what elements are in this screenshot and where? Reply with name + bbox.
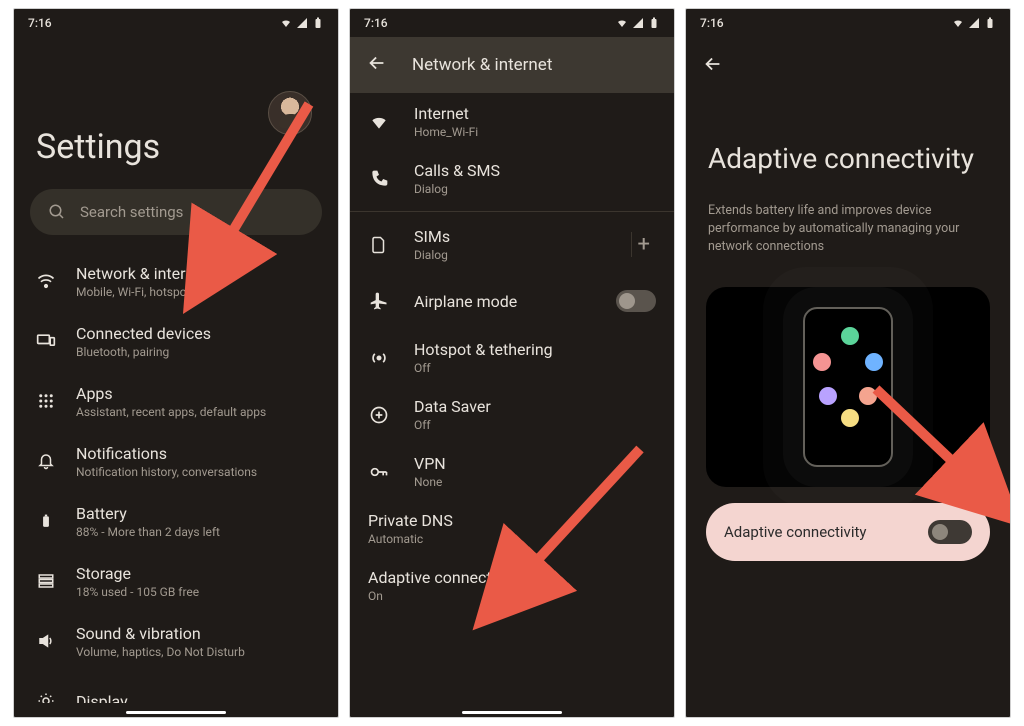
- brightness-icon: [36, 692, 56, 703]
- divider: [350, 211, 674, 212]
- item-sims[interactable]: SIMsDialog +: [350, 216, 674, 273]
- apps-icon: [36, 392, 56, 410]
- item-hotspot[interactable]: Hotspot & tetheringOff: [350, 329, 674, 386]
- item-display[interactable]: Display: [14, 671, 338, 703]
- storage-icon: [36, 572, 56, 590]
- screen-network: 7:16 Network & internet InternetHome_Wi-…: [349, 8, 675, 718]
- item-battery[interactable]: Battery88% - More than 2 days left: [14, 491, 338, 551]
- item-connected-devices[interactable]: Connected devicesBluetooth, pairing: [14, 311, 338, 371]
- signal-icon: [296, 17, 308, 29]
- switch-label: Adaptive connectivity: [724, 523, 866, 541]
- data-saver-icon: [368, 405, 390, 425]
- status-time: 7:16: [700, 16, 724, 30]
- page-description: Extends battery life and improves device…: [686, 202, 1010, 270]
- settings-list: Network & internetMobile, Wi-Fi, hotspot…: [14, 251, 338, 703]
- search-placeholder: Search settings: [80, 203, 183, 221]
- search-icon: [48, 203, 66, 221]
- adaptive-toggle[interactable]: [928, 520, 972, 544]
- item-adaptive-connectivity[interactable]: Adaptive connectivityOn: [350, 557, 674, 614]
- add-sim-button[interactable]: +: [631, 232, 656, 257]
- wifi-icon: [616, 17, 628, 29]
- signal-icon: [968, 17, 980, 29]
- item-vpn[interactable]: VPNNone: [350, 443, 674, 500]
- app-bar: Network & internet: [350, 37, 674, 93]
- screen-adaptive: 7:16 Adaptive connectivity Extends batte…: [685, 8, 1011, 718]
- back-button[interactable]: [366, 52, 388, 79]
- item-sound[interactable]: Sound & vibrationVolume, haptics, Do Not…: [14, 611, 338, 671]
- status-bar: 7:16: [14, 9, 338, 37]
- illustration: [706, 287, 990, 487]
- item-private-dns[interactable]: Private DNSAutomatic: [350, 500, 674, 557]
- bell-icon: [36, 452, 56, 470]
- battery-icon: [36, 511, 56, 531]
- item-storage[interactable]: Storage18% used - 105 GB free: [14, 551, 338, 611]
- network-list: InternetHome_Wi-Fi Calls & SMSDialog SIM…: [350, 93, 674, 703]
- wifi-icon: [952, 17, 964, 29]
- hotspot-icon: [368, 348, 390, 368]
- sim-icon: [368, 235, 390, 255]
- airplane-icon: [368, 291, 390, 311]
- wifi-icon: [36, 271, 56, 291]
- screen-settings: 7:16 Settings Search settings Network & …: [13, 8, 339, 718]
- nav-bar[interactable]: [14, 703, 338, 717]
- item-internet[interactable]: InternetHome_Wi-Fi: [350, 93, 674, 150]
- adaptive-switch-row[interactable]: Adaptive connectivity: [706, 503, 990, 561]
- back-button[interactable]: [686, 37, 1010, 95]
- phone-sms-icon: [368, 169, 390, 189]
- profile-avatar[interactable]: [268, 91, 312, 135]
- wifi-icon: [280, 17, 292, 29]
- item-network[interactable]: Network & internetMobile, Wi-Fi, hotspot: [14, 251, 338, 311]
- page-title: Adaptive connectivity: [708, 143, 988, 175]
- search-input[interactable]: Search settings: [30, 189, 322, 235]
- devices-icon: [36, 331, 56, 351]
- item-calls-sms[interactable]: Calls & SMSDialog: [350, 150, 674, 207]
- signal-icon: [632, 17, 644, 29]
- item-airplane[interactable]: Airplane mode: [350, 273, 674, 329]
- appbar-title: Network & internet: [412, 55, 552, 75]
- battery-icon: [312, 17, 324, 29]
- status-time: 7:16: [364, 16, 388, 30]
- item-datasaver[interactable]: Data SaverOff: [350, 386, 674, 443]
- item-apps[interactable]: AppsAssistant, recent apps, default apps: [14, 371, 338, 431]
- wifi-icon: [368, 112, 390, 132]
- status-time: 7:16: [28, 16, 52, 30]
- airplane-toggle[interactable]: [616, 290, 656, 312]
- vpn-icon: [368, 462, 390, 482]
- volume-icon: [36, 632, 56, 650]
- battery-icon: [648, 17, 660, 29]
- battery-icon: [984, 17, 996, 29]
- status-bar: 7:16: [350, 9, 674, 37]
- nav-bar[interactable]: [350, 703, 674, 717]
- item-notifications[interactable]: NotificationsNotification history, conve…: [14, 431, 338, 491]
- status-bar: 7:16: [686, 9, 1010, 37]
